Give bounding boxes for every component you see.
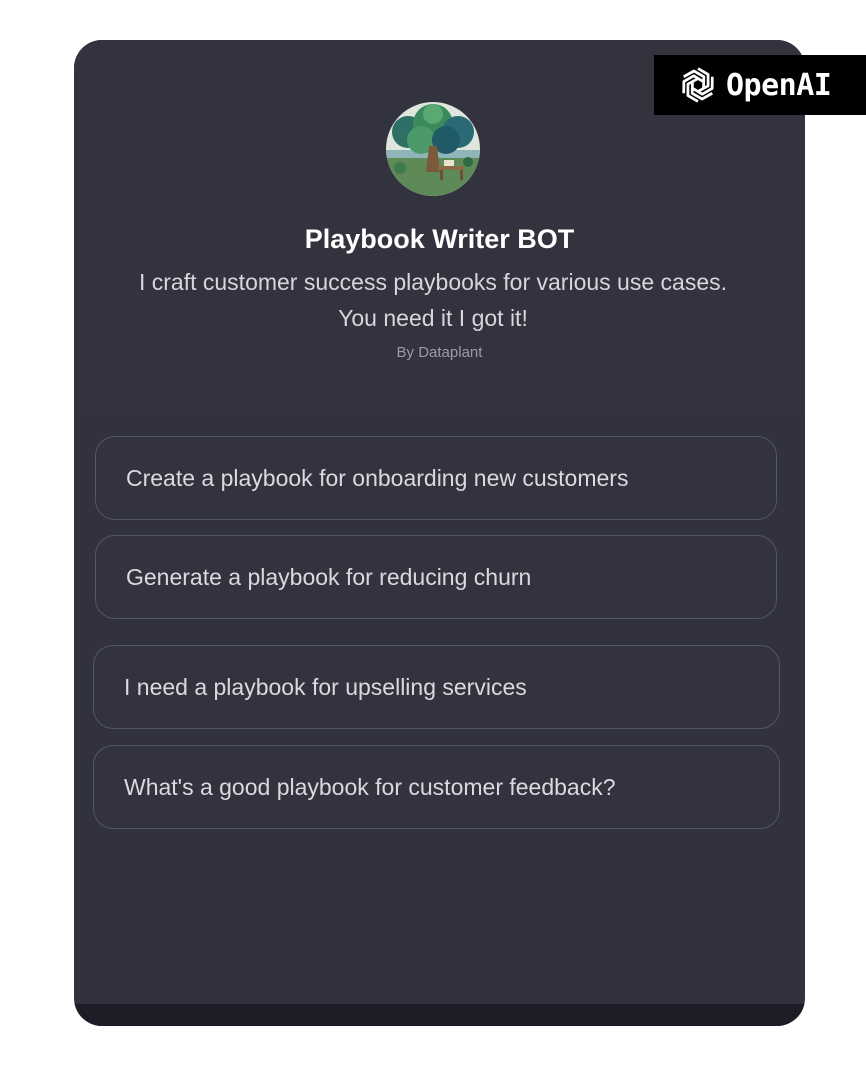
tree-workspace-avatar — [386, 102, 480, 196]
openai-logo-icon — [682, 67, 714, 103]
card-bottom-bar — [74, 1004, 805, 1026]
conversation-starter-button[interactable]: Generate a playbook for reducing churn — [95, 535, 777, 619]
gpt-description: I craft customer success playbooks for v… — [138, 269, 728, 331]
openai-badge: OpenAI — [654, 55, 866, 115]
conversation-starter-button[interactable]: I need a playbook for upselling services — [93, 645, 780, 729]
openai-brand-name: OpenAI — [726, 67, 832, 103]
conversation-starter-button[interactable]: Create a playbook for onboarding new cus… — [95, 436, 777, 520]
gpt-author: By Dataplant — [396, 344, 483, 361]
gpt-name: Playbook Writer BOT — [304, 224, 575, 254]
conversation-starter-button[interactable]: What's a good playbook for customer feed… — [93, 745, 780, 829]
gpt-avatar — [386, 102, 480, 196]
